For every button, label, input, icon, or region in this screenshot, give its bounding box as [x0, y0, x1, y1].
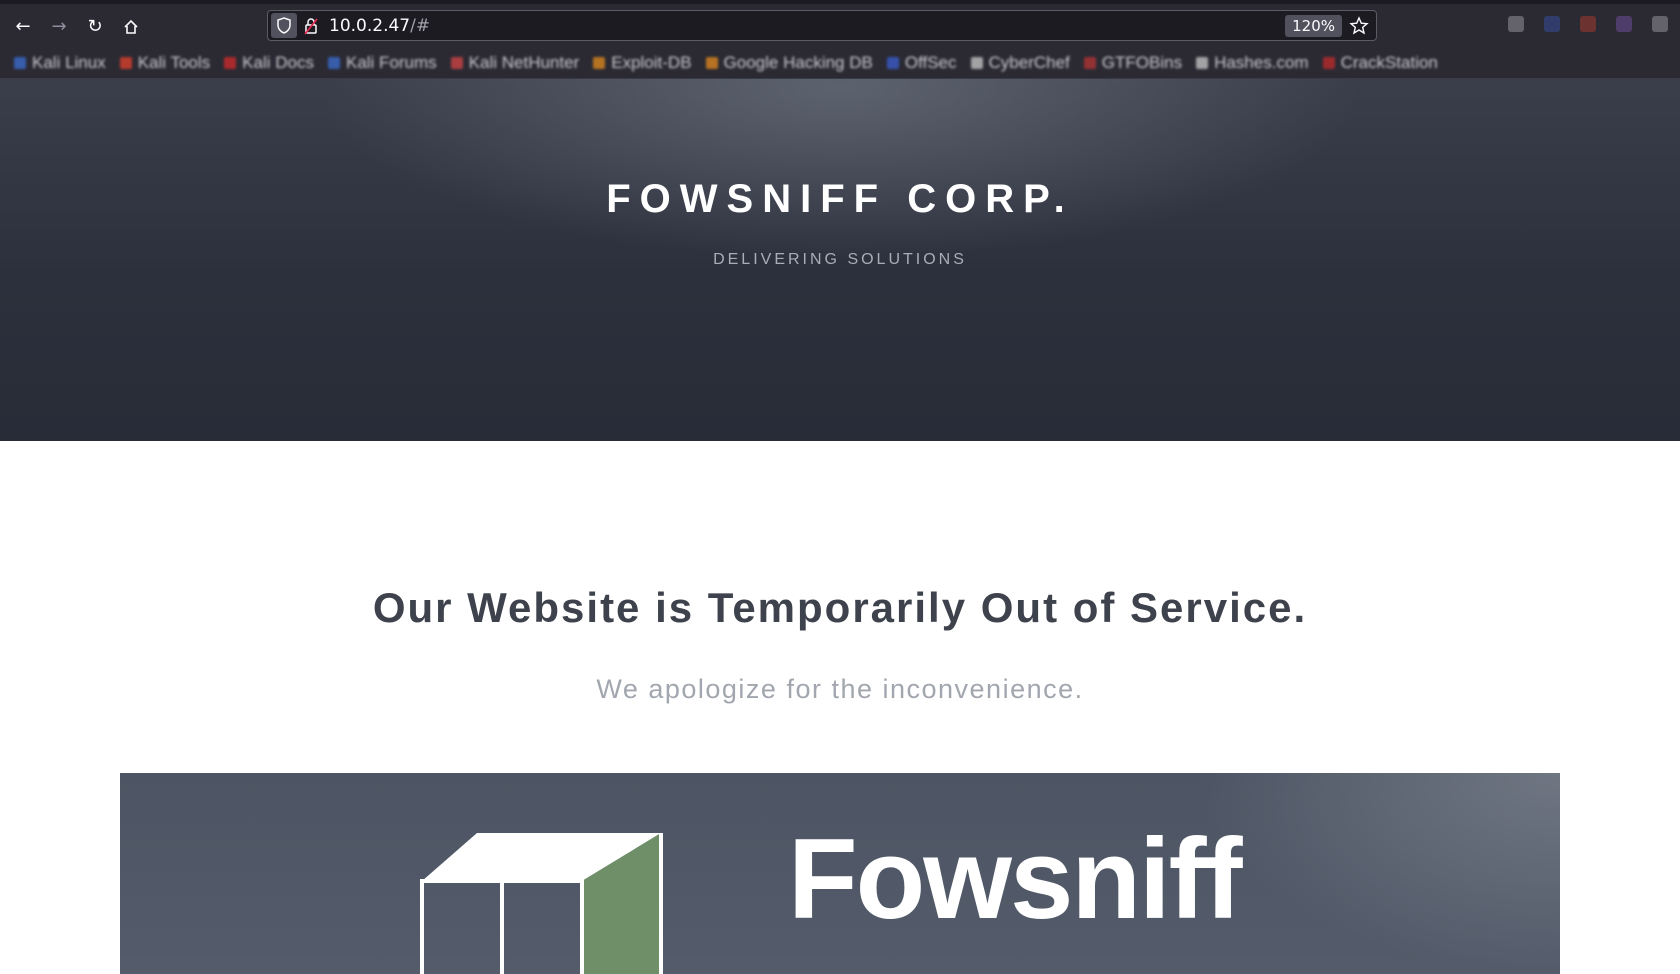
bookmark-star-icon[interactable]: [1349, 16, 1369, 36]
site-title: FOWSNIFF CORP.: [606, 177, 1074, 221]
bookmark-label: Kali NetHunter: [468, 53, 580, 72]
bookmark-item[interactable]: Kali Docs: [224, 53, 314, 73]
site-tagline: DELIVERING SOLUTIONS: [713, 251, 967, 268]
bookmark-favicon-icon: [970, 57, 983, 69]
page-heading: Our Website is Temporarily Out of Servic…: [372, 584, 1308, 631]
bookmark-label: Exploit-DB: [611, 53, 692, 72]
page-subheading: We apologize for the inconvenience.: [596, 674, 1084, 704]
extension-icon[interactable]: [1544, 16, 1560, 32]
bookmark-favicon-icon: [450, 57, 463, 69]
bookmark-favicon-icon: [14, 57, 26, 69]
address-bar[interactable]: 10.0.2.47/# 120%: [267, 10, 1377, 41]
bookmark-item[interactable]: OffSec: [886, 53, 957, 73]
cube-logo-icon: [420, 833, 663, 974]
bookmark-label: GTFOBins: [1101, 53, 1183, 72]
bookmark-label: Hashes.com: [1214, 53, 1309, 72]
reload-button[interactable]: ↻: [81, 13, 109, 41]
bookmark-item[interactable]: Kali Linux: [14, 53, 106, 73]
bookmark-favicon-icon: [1083, 57, 1096, 69]
bookmark-favicon-icon: [705, 57, 718, 69]
bookmark-label: Kali Tools: [137, 53, 211, 72]
back-button[interactable]: ←: [9, 13, 37, 41]
bookmark-label: CyberChef: [988, 53, 1070, 72]
bookmark-label: CrackStation: [1340, 53, 1438, 72]
home-button[interactable]: [117, 13, 145, 41]
bookmark-favicon-icon: [224, 57, 237, 69]
bookmark-item[interactable]: Kali Forums: [327, 53, 437, 73]
url-path: /#: [410, 16, 431, 36]
logo-wordmark: Fowsniff: [788, 816, 1243, 943]
bookmark-label: Kali Forums: [345, 53, 437, 72]
bookmark-favicon-icon: [593, 57, 606, 69]
insecure-lock-icon[interactable]: [304, 17, 318, 35]
bookmark-label: Kali Docs: [242, 53, 314, 72]
bookmark-item[interactable]: Google Hacking DB: [705, 53, 873, 73]
bookmark-favicon-icon: [119, 57, 132, 69]
url-text[interactable]: 10.0.2.47/#: [329, 16, 430, 36]
url-host: 10.0.2.47: [329, 16, 411, 36]
extension-icon[interactable]: [1616, 16, 1632, 32]
pocket-icon[interactable]: [1508, 16, 1524, 32]
home-icon: [124, 19, 138, 34]
bookmark-item[interactable]: GTFOBins: [1083, 53, 1183, 73]
tracking-protection-button[interactable]: [271, 13, 297, 38]
bookmark-favicon-icon: [886, 57, 899, 69]
browser-toolbar: ← → ↻ 10.0.2.47/# 120%: [0, 0, 1680, 48]
bookmark-label: Kali Linux: [32, 53, 106, 72]
bookmark-label: Google Hacking DB: [723, 53, 873, 72]
bookmarks-toolbar: Kali Linux Kali Tools Kali Docs Kali Forums…: [0, 48, 1680, 79]
extension-icon[interactable]: [1580, 16, 1596, 32]
hero-header: FOWSNIFF CORP. DELIVERING SOLUTIONS: [0, 79, 1680, 441]
extension-icons: [1508, 16, 1668, 32]
shield-icon: [277, 17, 291, 34]
bookmark-favicon-icon: [1322, 57, 1335, 69]
bookmark-favicon-icon: [1196, 57, 1209, 69]
bookmark-item[interactable]: CrackStation: [1322, 53, 1438, 73]
logo-banner-image: Fowsniff: [120, 773, 1560, 974]
menu-icon[interactable]: [1652, 16, 1668, 32]
bookmark-item[interactable]: Kali Tools: [119, 53, 211, 73]
forward-button[interactable]: →: [45, 13, 73, 41]
bookmark-item[interactable]: Hashes.com: [1196, 53, 1309, 73]
bookmark-item[interactable]: CyberChef: [970, 53, 1070, 73]
zoom-level-button[interactable]: 120%: [1285, 15, 1342, 37]
bookmark-label: OffSec: [904, 53, 957, 72]
bookmark-item[interactable]: Exploit-DB: [593, 53, 692, 73]
bookmark-favicon-icon: [327, 57, 340, 69]
bookmark-item[interactable]: Kali NetHunter: [450, 53, 580, 73]
